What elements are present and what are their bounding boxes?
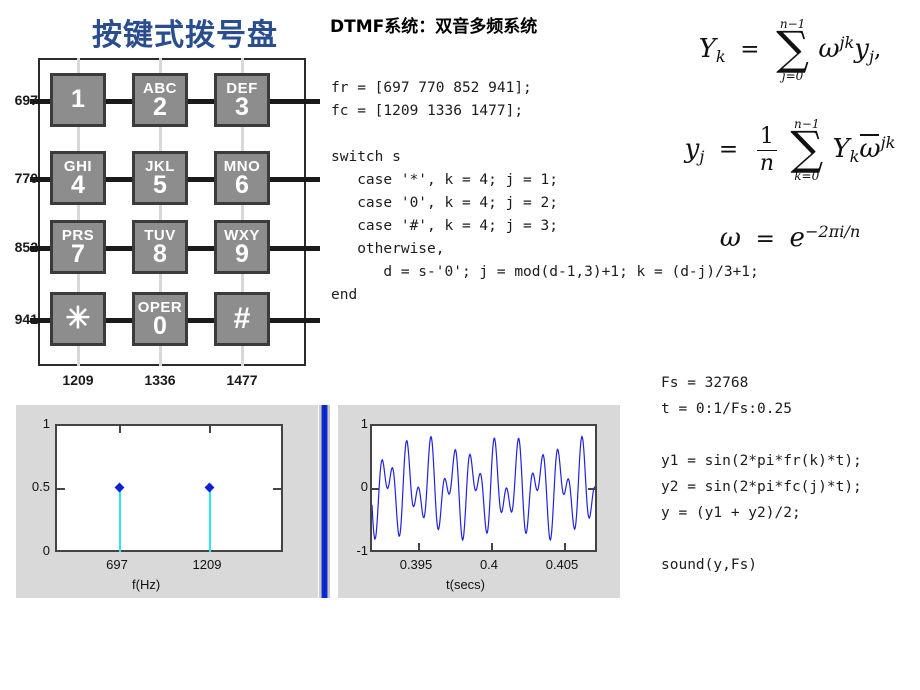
keypad-key-8[interactable]: TUV 8	[132, 220, 188, 274]
waveform-trace	[372, 435, 595, 542]
key-digit: 5	[153, 170, 167, 199]
equation-group: Yk = n−1 ∑ j=0 ωjkyj, yj = 1n n−1 ∑ k=0 …	[660, 0, 920, 290]
equation-idft: yj = 1n n−1 ∑ k=0 Ykωjk	[684, 117, 896, 184]
waveform-ytick-1: 1	[360, 416, 368, 431]
key-digit: 9	[235, 239, 249, 268]
slide-divider-bar	[319, 405, 330, 598]
row-freq-941: 941	[14, 311, 38, 327]
spectrum-ytick-mark-05-right	[273, 488, 281, 490]
key-digit: ✳	[65, 301, 91, 335]
key-digit: 3	[235, 92, 249, 121]
spectrum-marker-1209	[204, 482, 215, 493]
slide-root: 按键式拨号盘 697 770 852 941 1209 1336 1477 1 …	[0, 0, 920, 690]
waveform-xtick-04: 0.4	[479, 557, 499, 572]
key-digit: #	[233, 301, 251, 335]
spectrum-stem-697	[119, 487, 121, 552]
waveform-xtick-0395: 0.395	[399, 557, 433, 572]
waveform-xtick-0405: 0.405	[545, 557, 579, 572]
spectrum-xlabel: f(Hz)	[132, 577, 161, 592]
waveform-plot-panel: 1 0 -1 0.395 0.4 0.405 t(secs)	[338, 405, 620, 598]
col-freq-1477: 1477	[226, 372, 258, 388]
waveform-axes	[370, 424, 597, 552]
spectrum-ytick-0: 0	[42, 543, 50, 558]
spectrum-marker-697	[114, 482, 125, 493]
page-title: 按键式拨号盘	[92, 18, 278, 53]
key-digit: 0	[153, 311, 167, 340]
row-freq-852: 852	[14, 239, 38, 255]
spectrum-stem-1209	[209, 487, 211, 552]
keypad-key-4[interactable]: GHI 4	[50, 151, 106, 205]
waveform-ytick-0: 0	[360, 479, 368, 494]
spectrum-xtick-1209: 1209	[192, 557, 222, 572]
key-digit: 2	[153, 92, 167, 121]
keypad-key-hash[interactable]: #	[214, 292, 270, 346]
matlab-figure-area: 1 0.5 0 697 1209 f(Hz) 1 0 -1 0.395 0.4 …	[16, 405, 620, 598]
waveform-ytick-mark-0-right	[588, 488, 595, 490]
key-digit: 7	[71, 239, 85, 268]
spectrum-xtick-697: 697	[106, 557, 128, 572]
keypad-key-6[interactable]: MNO 6	[214, 151, 270, 205]
keypad-key-5[interactable]: JKL 5	[132, 151, 188, 205]
waveform-xlabel: t(secs)	[446, 577, 485, 592]
keypad-key-0[interactable]: OPER 0	[132, 292, 188, 346]
key-digit: 1	[71, 85, 85, 113]
col-freq-1209: 1209	[62, 372, 94, 388]
equation-dft: Yk = n−1 ∑ j=0 ωjkyj,	[698, 17, 882, 84]
spectrum-axes	[55, 424, 283, 552]
spectrum-ytick-mark-05	[57, 488, 65, 490]
spectrum-ytick-05: 0.5	[31, 479, 50, 494]
row-freq-770: 770	[14, 170, 38, 186]
spectrum-plot-panel: 1 0.5 0 697 1209 f(Hz)	[16, 405, 318, 598]
equation-omega: ω = e−2πi/n	[719, 222, 861, 253]
key-digit: 4	[71, 170, 85, 199]
keypad-key-2[interactable]: ABC 2	[132, 73, 188, 127]
keypad-key-1[interactable]: 1	[50, 73, 106, 127]
keypad-diagram: 697 770 852 941 1209 1336 1477 1 ABC 2 D…	[0, 52, 320, 388]
key-digit: 6	[235, 170, 249, 199]
dtmf-heading: DTMF系统：双音多频系统	[330, 17, 538, 37]
row-freq-697: 697	[14, 92, 38, 108]
waveform-xtick-mark-0395	[418, 543, 420, 550]
waveform-xtick-mark-04	[491, 543, 493, 550]
keypad-key-star[interactable]: ✳	[50, 292, 106, 346]
keypad-key-3[interactable]: DEF 3	[214, 73, 270, 127]
spectrum-ytick-1: 1	[42, 416, 50, 431]
spectrum-xtick-mark-1209	[209, 426, 211, 433]
keypad-key-7[interactable]: PRS 7	[50, 220, 106, 274]
col-freq-1336: 1336	[144, 372, 176, 388]
key-digit: 8	[153, 239, 167, 268]
waveform-xtick-mark-0405	[564, 543, 566, 550]
keypad-key-9[interactable]: WXY 9	[214, 220, 270, 274]
matlab-code-sound: Fs = 32768 t = 0:1/Fs:0.25 y1 = sin(2*pi…	[661, 374, 862, 573]
spectrum-xtick-mark-697	[119, 426, 121, 433]
waveform-ytick-mark-0	[372, 488, 379, 490]
waveform-ytick-neg1: -1	[356, 543, 368, 558]
